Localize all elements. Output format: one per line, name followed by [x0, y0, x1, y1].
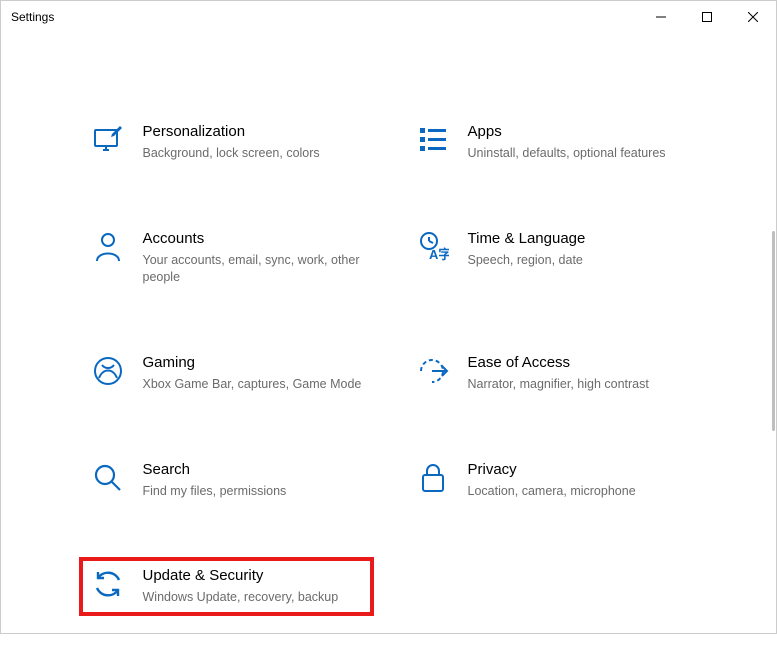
- tile-desc: Uninstall, defaults, optional features: [468, 145, 687, 162]
- tile-desc: Xbox Game Bar, captures, Game Mode: [143, 376, 362, 393]
- personalization-icon: [91, 123, 125, 157]
- tile-title: Ease of Access: [468, 354, 687, 372]
- tile-text: Time & Language Speech, region, date: [468, 230, 687, 269]
- tile-desc: Windows Update, recovery, backup: [143, 589, 362, 606]
- settings-content: Personalization Background, lock screen,…: [1, 33, 776, 656]
- close-icon: [748, 12, 758, 22]
- tile-title: Personalization: [143, 123, 362, 141]
- tile-accounts[interactable]: Accounts Your accounts, email, sync, wor…: [79, 220, 374, 296]
- tile-desc: Speech, region, date: [468, 252, 687, 269]
- apps-icon: [416, 123, 450, 157]
- time-language-icon: A字: [416, 230, 450, 264]
- update-security-icon: [91, 567, 125, 601]
- tile-desc: Find my files, permissions: [143, 483, 362, 500]
- tile-text: Personalization Background, lock screen,…: [143, 123, 362, 162]
- tile-ease-of-access[interactable]: Ease of Access Narrator, magnifier, high…: [404, 344, 699, 403]
- tile-update-security[interactable]: Update & Security Windows Update, recove…: [79, 557, 374, 616]
- gaming-icon: [91, 354, 125, 388]
- tile-title: Apps: [468, 123, 687, 141]
- tile-desc: Narrator, magnifier, high contrast: [468, 376, 687, 393]
- privacy-icon: [416, 461, 450, 495]
- minimize-icon: [656, 12, 666, 22]
- tile-text: Apps Uninstall, defaults, optional featu…: [468, 123, 687, 162]
- tile-title: Search: [143, 461, 362, 479]
- tile-title: Update & Security: [143, 567, 362, 585]
- tile-text: Search Find my files, permissions: [143, 461, 362, 500]
- tile-search[interactable]: Search Find my files, permissions: [79, 451, 374, 510]
- ease-of-access-icon: [416, 354, 450, 388]
- tile-text: Update & Security Windows Update, recove…: [143, 567, 362, 606]
- svg-text:A字: A字: [429, 247, 449, 262]
- tile-title: Accounts: [143, 230, 362, 248]
- close-button[interactable]: [730, 1, 776, 33]
- tile-text: Accounts Your accounts, email, sync, wor…: [143, 230, 362, 286]
- tile-desc: Your accounts, email, sync, work, other …: [143, 252, 362, 286]
- settings-grid: Personalization Background, lock screen,…: [79, 113, 699, 616]
- tile-time-language[interactable]: A字 Time & Language Speech, region, date: [404, 220, 699, 296]
- tile-privacy[interactable]: Privacy Location, camera, microphone: [404, 451, 699, 510]
- maximize-icon: [702, 12, 712, 22]
- window-controls: [638, 1, 776, 33]
- tile-personalization[interactable]: Personalization Background, lock screen,…: [79, 113, 374, 172]
- tile-apps[interactable]: Apps Uninstall, defaults, optional featu…: [404, 113, 699, 172]
- scrollbar-thumb[interactable]: [772, 231, 775, 431]
- accounts-icon: [91, 230, 125, 264]
- tile-gaming[interactable]: Gaming Xbox Game Bar, captures, Game Mod…: [79, 344, 374, 403]
- search-icon: [91, 461, 125, 495]
- maximize-button[interactable]: [684, 1, 730, 33]
- tile-text: Gaming Xbox Game Bar, captures, Game Mod…: [143, 354, 362, 393]
- minimize-button[interactable]: [638, 1, 684, 33]
- tile-title: Gaming: [143, 354, 362, 372]
- tile-desc: Location, camera, microphone: [468, 483, 687, 500]
- tile-text: Privacy Location, camera, microphone: [468, 461, 687, 500]
- tile-title: Privacy: [468, 461, 687, 479]
- tile-desc: Background, lock screen, colors: [143, 145, 362, 162]
- window-title: Settings: [11, 10, 54, 24]
- tile-text: Ease of Access Narrator, magnifier, high…: [468, 354, 687, 393]
- tile-title: Time & Language: [468, 230, 687, 248]
